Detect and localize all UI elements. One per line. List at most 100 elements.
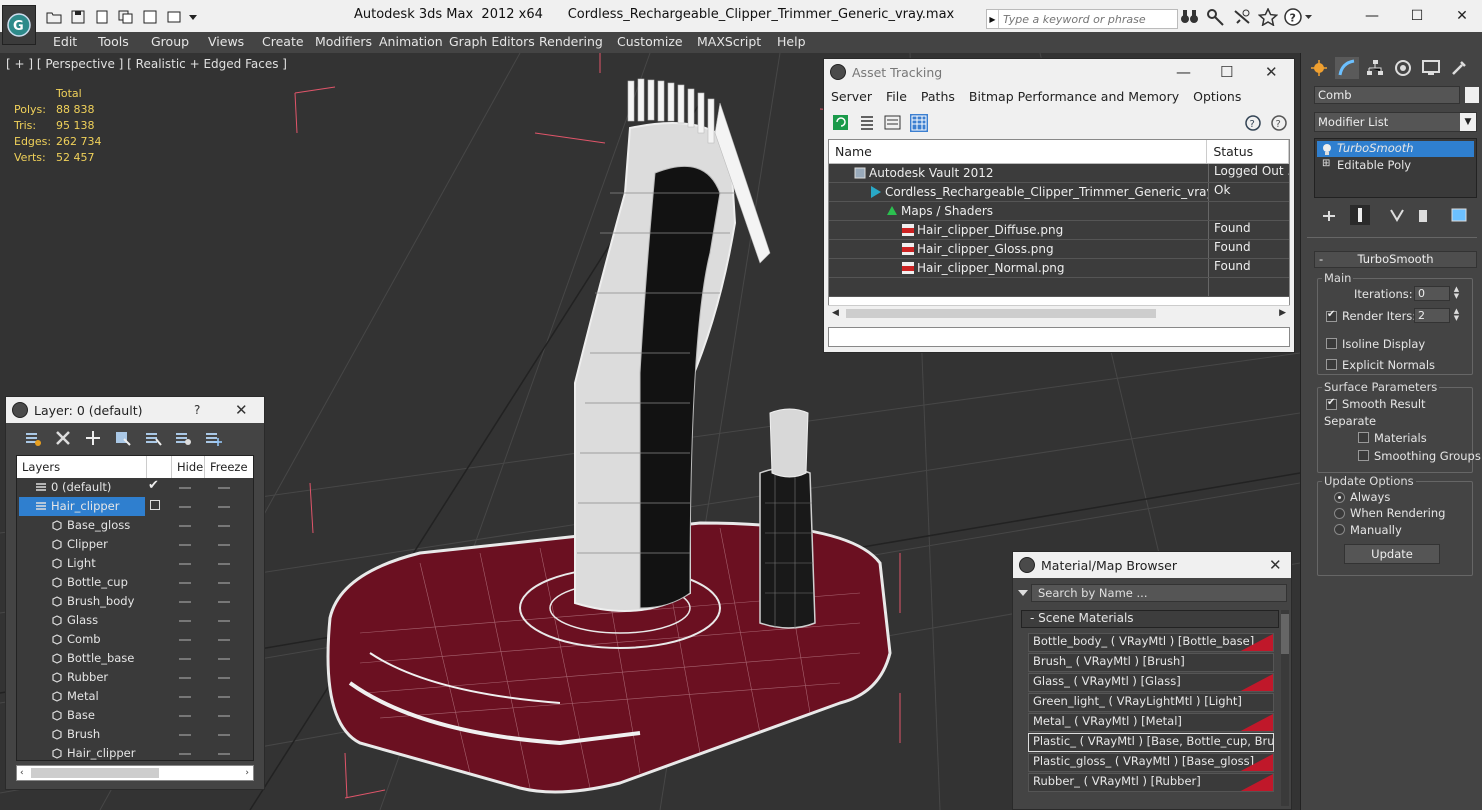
remove-modifier-icon[interactable] bbox=[1414, 207, 1432, 225]
freeze-toggle[interactable] bbox=[218, 506, 230, 508]
detail-view-icon[interactable] bbox=[884, 114, 902, 132]
column-header-layers[interactable]: Layers bbox=[17, 456, 147, 478]
open-folder-icon[interactable] bbox=[44, 8, 63, 25]
menu-group[interactable]: Group bbox=[151, 34, 189, 49]
minimize-icon[interactable]: — bbox=[1357, 6, 1387, 26]
create-tab-icon[interactable] bbox=[1307, 57, 1331, 79]
table-row[interactable]: Hair_clipper_Normal.png Found bbox=[829, 259, 1289, 278]
stack-item-turbosmooth[interactable]: TurboSmooth bbox=[1317, 141, 1474, 157]
maximize-icon[interactable]: ☐ bbox=[1220, 63, 1233, 81]
menu-tools[interactable]: Tools bbox=[98, 34, 129, 49]
spinner-arrows-icon[interactable]: ▲ ▼ bbox=[1452, 286, 1461, 301]
scrollbar-thumb[interactable] bbox=[846, 309, 1156, 318]
table-row[interactable]: Autodesk Vault 2012 Logged Out ... bbox=[829, 164, 1289, 183]
menu-graph-editors[interactable]: Graph Editors bbox=[449, 34, 535, 49]
freeze-toggle[interactable] bbox=[218, 658, 230, 660]
highlight-layer-icon[interactable] bbox=[144, 429, 162, 447]
scrollbar-thumb[interactable] bbox=[31, 768, 159, 778]
material-row[interactable]: Metal_ ( VRayMtl ) [Metal] bbox=[1028, 713, 1274, 732]
material-row[interactable]: Brush_ ( VRayMtl ) [Brush] bbox=[1028, 653, 1274, 672]
hide-toggle[interactable] bbox=[179, 715, 191, 717]
menu-bitmap-performance[interactable]: Bitmap Performance and Memory bbox=[969, 89, 1179, 104]
hide-toggle[interactable] bbox=[179, 696, 191, 698]
layer-object-row[interactable]: Brush_body bbox=[17, 592, 253, 611]
menu-server[interactable]: Server bbox=[831, 89, 872, 104]
layer-object-row[interactable]: Metal bbox=[17, 687, 253, 706]
scroll-left-icon[interactable]: ◀ bbox=[832, 308, 839, 318]
freeze-toggle[interactable] bbox=[218, 525, 230, 527]
star-icon[interactable] bbox=[1258, 8, 1278, 26]
hide-toggle[interactable] bbox=[179, 487, 191, 489]
utilities-tab-icon[interactable] bbox=[1447, 57, 1471, 79]
menu-animation[interactable]: Animation bbox=[379, 34, 443, 49]
manually-radio[interactable] bbox=[1334, 524, 1345, 535]
when-rendering-radio[interactable] bbox=[1334, 508, 1345, 519]
hierarchy-tab-icon[interactable] bbox=[1363, 57, 1387, 79]
browser-options-icon[interactable] bbox=[1017, 587, 1029, 599]
hide-toggle[interactable] bbox=[179, 658, 191, 660]
material-row[interactable]: Glass_ ( VRayMtl ) [Glass] bbox=[1028, 673, 1274, 692]
object-color-swatch[interactable] bbox=[1465, 87, 1479, 103]
lightbulb-icon[interactable] bbox=[1321, 143, 1333, 155]
hide-toggle[interactable] bbox=[179, 620, 191, 622]
column-header-status[interactable]: Status bbox=[1207, 140, 1289, 163]
hold-icon[interactable] bbox=[116, 8, 135, 25]
hide-toggle[interactable] bbox=[179, 639, 191, 641]
hide-all-layers-icon[interactable] bbox=[174, 429, 192, 447]
add-to-layer-icon[interactable] bbox=[84, 429, 102, 447]
freeze-toggle[interactable] bbox=[218, 696, 230, 698]
vertical-scrollbar[interactable] bbox=[1281, 610, 1289, 806]
explicit-normals-checkbox[interactable] bbox=[1326, 359, 1337, 370]
scroll-right-icon[interactable]: ▶ bbox=[1279, 308, 1286, 318]
layer-object-row[interactable]: Base_gloss bbox=[17, 516, 253, 535]
new-scene-icon[interactable] bbox=[92, 8, 111, 25]
menu-help[interactable]: Help bbox=[777, 34, 806, 49]
hide-toggle[interactable] bbox=[179, 677, 191, 679]
key-icon[interactable] bbox=[1206, 8, 1226, 26]
menu-edit[interactable]: Edit bbox=[53, 34, 77, 49]
close-icon[interactable]: ✕ bbox=[1265, 63, 1278, 81]
display-tab-icon[interactable] bbox=[1419, 57, 1443, 79]
help-icon[interactable]: ? bbox=[1244, 114, 1262, 132]
hide-toggle[interactable] bbox=[179, 563, 191, 565]
set-active-layer-box[interactable] bbox=[150, 500, 160, 510]
table-row[interactable]: Cordless_Rechargeable_Clipper_Trimmer_Ge… bbox=[829, 183, 1289, 202]
menu-rendering[interactable]: Rendering bbox=[539, 34, 603, 49]
render-iters-checkbox[interactable] bbox=[1326, 309, 1337, 322]
keyword-search-input[interactable] bbox=[999, 12, 1175, 26]
new-layer-icon[interactable] bbox=[24, 429, 42, 447]
material-row[interactable]: Green_light_ ( VRayLightMtl ) [Light] bbox=[1028, 693, 1274, 712]
scrollbar-thumb[interactable] bbox=[1281, 614, 1289, 654]
menu-modifiers[interactable]: Modifiers bbox=[315, 34, 372, 49]
material-browser-titlebar[interactable]: Material/Map Browser ✕ bbox=[1013, 552, 1291, 578]
minimize-icon[interactable]: — bbox=[1176, 63, 1191, 81]
layer-row-hair-clipper[interactable]: ⊟ Hair_clipper bbox=[17, 497, 253, 516]
make-unique-icon[interactable] bbox=[1388, 207, 1406, 225]
app-menu-button[interactable]: G bbox=[2, 5, 36, 45]
layer-object-row[interactable]: Bottle_base bbox=[17, 649, 253, 668]
horizontal-scrollbar[interactable]: ‹ › bbox=[16, 765, 254, 781]
layer-object-row[interactable]: Base bbox=[17, 706, 253, 725]
layer-object-row[interactable]: Glass bbox=[17, 611, 253, 630]
freeze-toggle[interactable] bbox=[218, 639, 230, 641]
toolbar-dropdown-icon[interactable] bbox=[188, 8, 198, 25]
layer-object-row[interactable]: Light bbox=[17, 554, 253, 573]
layer-row-default[interactable]: 0 (default) ✔ bbox=[17, 478, 253, 497]
expand-icon[interactable]: ⊞ bbox=[1322, 158, 1330, 169]
menu-views[interactable]: Views bbox=[208, 34, 244, 49]
help-button[interactable]: ? bbox=[194, 403, 200, 417]
hide-toggle[interactable] bbox=[179, 506, 191, 508]
table-row[interactable]: Hair_clipper_Diffuse.png Found bbox=[829, 221, 1289, 240]
help-pointer-icon[interactable]: ? bbox=[1270, 114, 1288, 132]
modify-tab-icon[interactable] bbox=[1335, 57, 1359, 79]
always-radio[interactable] bbox=[1334, 492, 1345, 503]
help-icon[interactable]: ? bbox=[1284, 8, 1314, 26]
material-row[interactable]: Rubber_ ( VRayMtl ) [Rubber] bbox=[1028, 773, 1274, 792]
freeze-toggle[interactable] bbox=[218, 582, 230, 584]
hide-toggle[interactable] bbox=[179, 544, 191, 546]
layer-object-row[interactable]: Hair_clipper bbox=[17, 744, 253, 760]
scene-materials-header[interactable]: - Scene Materials bbox=[1021, 610, 1279, 628]
material-row[interactable]: Plastic_ ( VRayMtl ) [Base, Bottle_cup, … bbox=[1028, 733, 1274, 752]
layer-object-row[interactable]: Bottle_cup bbox=[17, 573, 253, 592]
table-row[interactable]: Maps / Shaders bbox=[829, 202, 1289, 221]
